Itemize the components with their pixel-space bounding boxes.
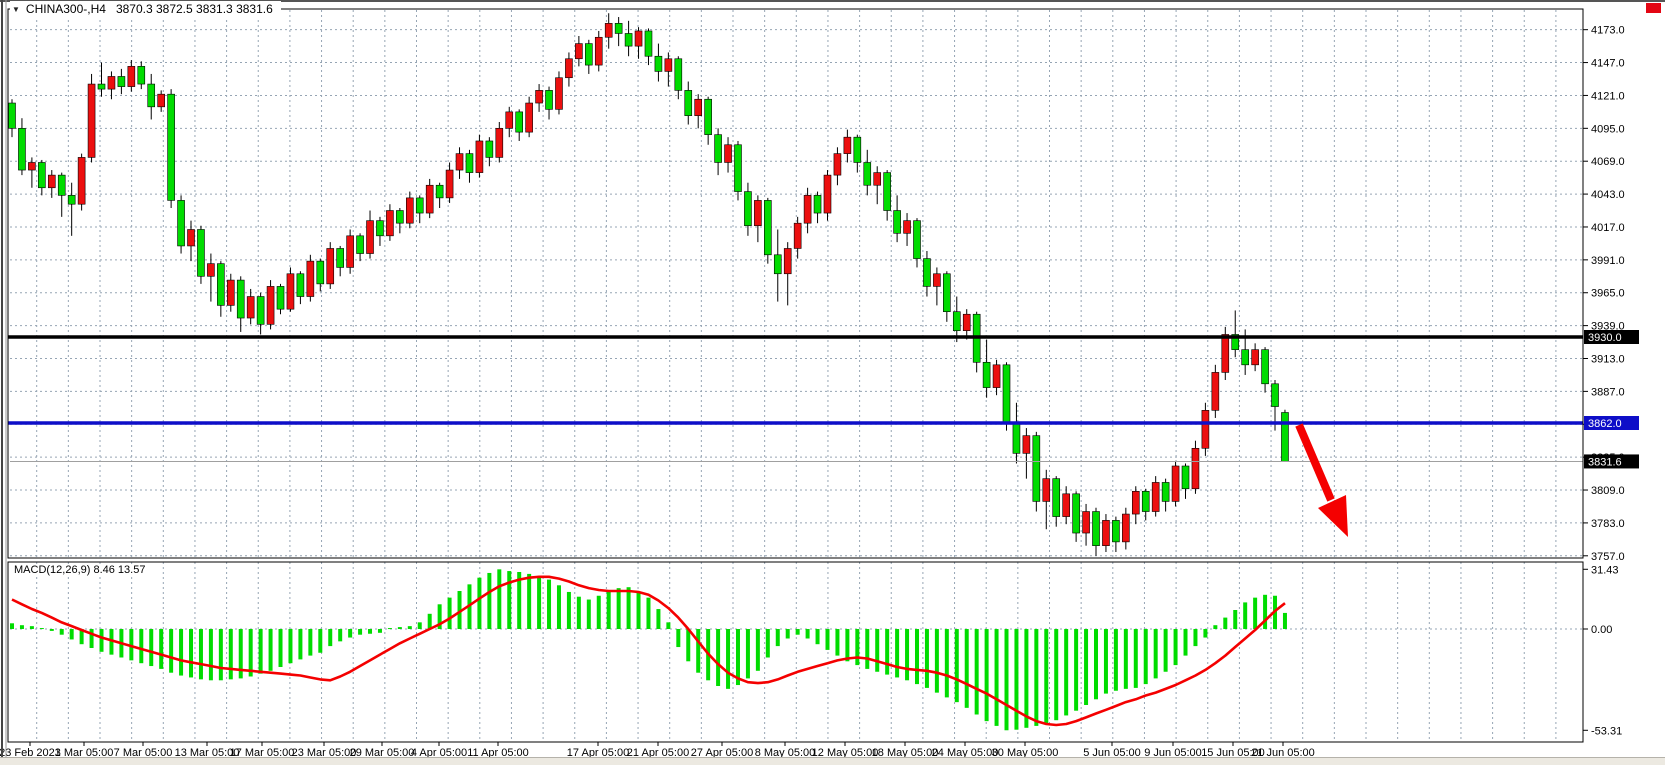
candle: [307, 255, 314, 302]
candle: [734, 141, 741, 200]
candle: [1172, 461, 1179, 507]
candle: [1033, 432, 1040, 512]
candle: [168, 89, 175, 208]
alert-marker[interactable]: [1646, 3, 1661, 13]
candle: [178, 195, 185, 253]
price-axis-label: 3965.0: [1591, 288, 1625, 300]
macd-axis-label: 31.43: [1591, 564, 1619, 576]
price-axis-label: 3991.0: [1591, 255, 1625, 267]
price-axis-label: 4173.0: [1591, 25, 1625, 37]
candle: [496, 122, 503, 162]
macd-axis-label: 0.00: [1591, 624, 1612, 636]
collapse-chart-icon[interactable]: ▼: [12, 5, 20, 14]
chart-title-bar: ▼ CHINA300-,H4 3870.3 3872.5 3831.3 3831…: [10, 1, 281, 18]
candle: [1222, 327, 1229, 380]
chart-window: 4173.0 4147.0 4121.0 4095.0 4069.0 4043.0 4017…: [0, 0, 1665, 765]
price-axis-label: 4017.0: [1591, 222, 1625, 234]
candle: [1003, 362, 1010, 430]
symbol-timeframe-label: CHINA300-,H4: [26, 2, 106, 16]
current-price-tag-text: 3831.6: [1588, 456, 1622, 468]
candle: [1202, 403, 1209, 456]
candle: [197, 226, 204, 284]
price-axis-label: 3757.0: [1591, 551, 1625, 563]
candle: [267, 280, 274, 329]
candle: [347, 230, 354, 274]
candle: [1192, 441, 1199, 494]
price-axis-label: 3913.0: [1591, 353, 1625, 365]
macd-axis-label: -53.31: [1591, 725, 1622, 737]
candle: [1212, 365, 1219, 418]
price-axis-label: 4147.0: [1591, 58, 1625, 70]
candle: [78, 154, 85, 211]
price-axis-label: 4069.0: [1591, 156, 1625, 168]
candle: [327, 242, 334, 289]
candle: [526, 97, 533, 137]
candle: [1281, 410, 1288, 462]
price-axis-label: 3783.0: [1591, 518, 1625, 530]
candle: [287, 267, 294, 311]
candle: [88, 74, 95, 163]
indicator-label: MACD(12,26,9) 8.46 13.57: [12, 564, 149, 577]
candle: [1152, 476, 1159, 516]
candle: [555, 71, 562, 114]
resistance-price-tag[interactable]: 3930.0: [1584, 330, 1639, 344]
candle: [824, 170, 831, 221]
support-price-tag-text: 3862.0: [1588, 418, 1622, 430]
price-axis-label: 4043.0: [1591, 189, 1625, 201]
resistance-price-tag-text: 3930.0: [1588, 332, 1622, 344]
candle: [476, 135, 483, 178]
candle: [595, 31, 602, 71]
support-price-tag[interactable]: 3862.0: [1584, 416, 1639, 430]
price-axis-label: 3887.0: [1591, 386, 1625, 398]
candle: [764, 198, 771, 264]
chart-canvas: 4173.0 4147.0 4121.0 4095.0 4069.0 4043.0 4017…: [0, 0, 1665, 765]
ohlc-readout: 3870.3 3872.5 3831.3 3831.6: [116, 2, 273, 16]
price-axis-label: 4121.0: [1591, 90, 1625, 102]
price-axis-label: 4095.0: [1591, 123, 1625, 135]
price-axis-label: 3809.0: [1591, 485, 1625, 497]
current-price-tag[interactable]: 3831.6: [1584, 454, 1639, 468]
